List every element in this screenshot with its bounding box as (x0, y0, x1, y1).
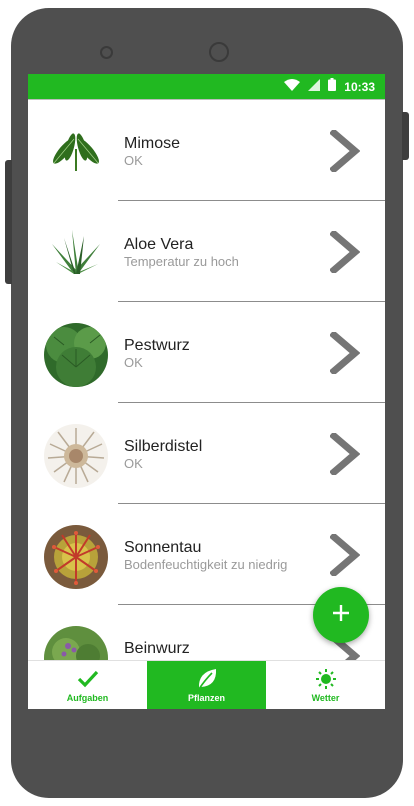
status-time: 10:33 (344, 79, 375, 94)
proximity-sensor (100, 46, 113, 59)
plant-image-mimosa (44, 121, 108, 185)
plant-status: Bodenfeuchtigkeit zu niedrig (124, 557, 288, 572)
plant-name: Sonnentau (124, 539, 202, 556)
nav-tab-label: Wetter (311, 693, 340, 703)
plant-list-item[interactable]: Silberdistel OK (28, 403, 385, 504)
sun-icon (315, 668, 337, 690)
chevron-right-icon[interactable] (329, 330, 361, 376)
status-bar: 10:33 (28, 74, 385, 99)
plant-image-aloe-vera (44, 222, 108, 286)
plant-image-butterbur (44, 323, 108, 387)
plant-list[interactable]: Mimose OK Aloe Vera Temperatur zu hoch P… (28, 100, 385, 660)
chevron-right-icon[interactable] (329, 431, 361, 477)
plant-list-item[interactable]: Pestwurz OK (28, 302, 385, 403)
plant-name: Beinwurz (124, 640, 190, 657)
chevron-right-icon[interactable] (329, 229, 361, 275)
battery-icon (328, 77, 337, 96)
plant-name: Mimose (124, 135, 181, 152)
app-screen: 10:33 Mimose OK Aloe Vera Temperatur zu … (28, 74, 385, 709)
bottom-navigation: Aufgaben Pflanzen Wetter (28, 660, 385, 709)
nav-tab-tasks[interactable]: Aufgaben (28, 661, 147, 709)
plant-status: OK (124, 153, 143, 168)
plant-status: OK (124, 456, 143, 471)
nav-tab-weather[interactable]: Wetter (266, 661, 385, 709)
nav-tab-plants[interactable]: Pflanzen (147, 661, 266, 709)
plus-icon (332, 604, 350, 627)
plant-status: OK (124, 355, 143, 370)
plant-name: Aloe Vera (124, 236, 194, 253)
plant-name: Silberdistel (124, 438, 203, 455)
chevron-right-icon[interactable] (329, 128, 361, 174)
nav-tab-label: Aufgaben (66, 693, 109, 703)
plant-status: Temperatur zu hoch (124, 254, 239, 269)
add-plant-button[interactable] (313, 587, 369, 643)
plant-image-sundew (44, 525, 108, 589)
plant-list-item[interactable]: Mimose OK (28, 100, 385, 201)
power-button (402, 112, 409, 160)
checkmark-icon (77, 668, 99, 690)
wifi-icon (284, 78, 301, 96)
leaf-icon (197, 668, 217, 690)
nav-tab-label: Pflanzen (187, 693, 225, 703)
signal-icon (308, 78, 321, 96)
front-camera (209, 42, 229, 62)
plant-image-silver-thistle (44, 424, 108, 488)
plant-name: Pestwurz (124, 337, 190, 354)
plant-list-item[interactable]: Aloe Vera Temperatur zu hoch (28, 201, 385, 302)
plant-image-comfrey (44, 626, 108, 660)
chevron-right-icon[interactable] (329, 532, 361, 578)
